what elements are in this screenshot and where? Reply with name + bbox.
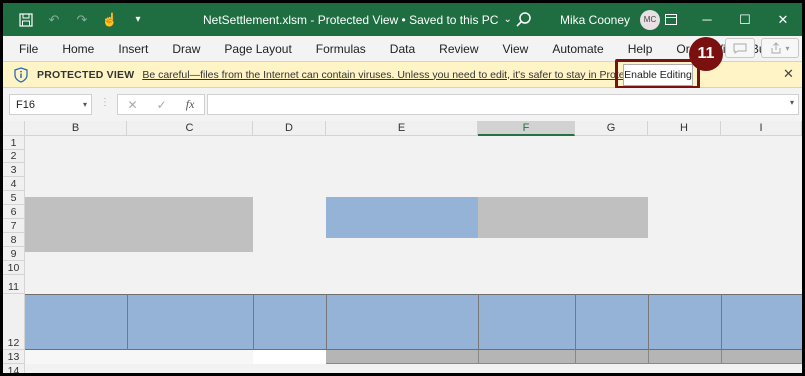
step-badge: 11 [689,37,723,71]
close-icon[interactable]: ✕ [783,66,794,82]
tab-draw[interactable]: Draw [160,42,212,56]
row-14-cells[interactable] [25,364,802,373]
formula-bar: F16 ▾ ⋮ ✕ ✓ fx ▾ [3,88,802,120]
save-icon[interactable] [17,11,35,29]
cell-border [648,294,649,350]
chevron-down-icon[interactable]: ▾ [790,98,794,107]
gray-row-13[interactable] [326,350,802,364]
protected-view-label: PROTECTED VIEW [37,68,135,81]
cell-border [721,294,722,350]
blue-header-row-12[interactable] [25,294,802,350]
column-header-e[interactable]: E [326,121,478,136]
row-header-5[interactable]: 5 [3,191,25,205]
column-header-g[interactable]: G [575,121,648,136]
row-13-left-cells[interactable] [25,350,253,364]
tab-help[interactable]: Help [616,42,665,56]
row-header-3[interactable]: 3 [3,163,25,177]
title-bar: ↶ ↷ ☝ ▾ NetSettlement.xlsm - Protected V… [3,3,802,36]
formula-buttons: ✕ ✓ fx [117,94,205,115]
comments-button[interactable] [725,38,755,58]
cell-border [478,350,479,364]
chevron-down-icon: ▾ [785,43,790,53]
cell-border [478,294,479,350]
cell-border [127,294,128,350]
maximize-icon[interactable]: ☐ [727,3,763,36]
user-name: Mika Cooney [560,12,631,27]
row-header-10[interactable]: 10 [3,261,25,275]
row-header-8[interactable]: 8 [3,233,25,247]
cell-border [721,350,722,364]
more-options-icon[interactable]: ⋮ [100,97,110,108]
shield-info-icon [14,66,28,83]
select-all-corner[interactable] [3,121,25,136]
column-header-d[interactable]: D [253,121,326,136]
row-header-12[interactable]: 12 [3,294,25,350]
protected-view-message[interactable]: Be careful—files from the Internet can c… [142,69,672,81]
ribbon-display-icon[interactable] [653,3,689,36]
row-header-4[interactable]: 4 [3,177,25,191]
cell-border [575,350,576,364]
tab-formulas[interactable]: Formulas [304,42,378,56]
row-header-7[interactable]: 7 [3,219,25,233]
row-header-11[interactable]: 11 [3,275,25,294]
row-header-6[interactable]: 6 [3,205,25,219]
cell-border [253,294,254,350]
tab-page-layout[interactable]: Page Layout [212,42,303,56]
blue-cell-block-e5[interactable] [326,197,478,238]
minimize-icon[interactable]: ─ [689,3,725,36]
redo-icon[interactable]: ↷ [73,11,91,29]
cell-border [326,294,327,350]
name-box-value: F16 [16,98,35,111]
gray-cell-block-b5[interactable] [25,197,253,252]
search-icon[interactable] [515,11,533,29]
tab-insert[interactable]: Insert [106,42,160,56]
touch-mode-icon[interactable]: ☝ [101,11,119,29]
account-area[interactable]: Mika Cooney MC [560,3,661,36]
row-header-1[interactable]: 1 [3,136,25,150]
enter-icon[interactable]: ✓ [157,98,167,112]
row-header-9[interactable]: 9 [3,247,25,261]
name-box[interactable]: F16 ▾ [9,94,92,115]
chevron-down-icon[interactable]: ▾ [83,100,87,109]
column-header-b[interactable]: B [25,121,127,136]
row-header-14[interactable]: 14 [3,364,25,373]
close-icon[interactable]: ✕ [765,3,801,36]
row-header-2[interactable]: 2 [3,150,25,163]
worksheet-grid[interactable]: B C D E F G H I 1 2 3 4 5 6 7 8 9 10 11 … [3,121,802,373]
file-name: NetSettlement.xlsm [203,12,308,27]
formula-input[interactable]: ▾ [207,94,799,115]
view-mode: Protected View [317,12,399,27]
window-title[interactable]: NetSettlement.xlsm - Protected View • Sa… [203,3,512,36]
tab-file[interactable]: File [3,42,50,56]
insert-function-icon[interactable]: fx [186,97,195,112]
tab-view[interactable]: View [491,42,541,56]
customize-toolbar-icon[interactable]: ▾ [129,11,147,29]
cell-border [648,350,649,364]
tab-home[interactable]: Home [50,42,106,56]
excel-window: ↶ ↷ ☝ ▾ NetSettlement.xlsm - Protected V… [3,3,802,373]
save-status: Saved to this PC [409,12,499,27]
undo-icon[interactable]: ↶ [45,11,63,29]
tab-data[interactable]: Data [378,42,427,56]
share-button[interactable]: ▾ [761,38,799,58]
column-header-h[interactable]: H [648,121,721,136]
row-header-13[interactable]: 13 [3,350,25,364]
cell-border [575,294,576,350]
column-header-f[interactable]: F [478,121,575,136]
tab-review[interactable]: Review [427,42,490,56]
column-header-c[interactable]: C [127,121,253,136]
chevron-down-icon: ⌄ [503,14,512,25]
gray-cell-block-f5[interactable] [478,197,648,238]
row-13-cell-d[interactable] [253,350,326,364]
cancel-icon[interactable]: ✕ [128,98,138,112]
ribbon-tabs: File Home Insert Draw Page Layout Formul… [3,36,802,61]
tab-automate[interactable]: Automate [540,42,615,56]
column-header-i[interactable]: I [721,121,802,136]
callout-highlight [615,59,700,89]
